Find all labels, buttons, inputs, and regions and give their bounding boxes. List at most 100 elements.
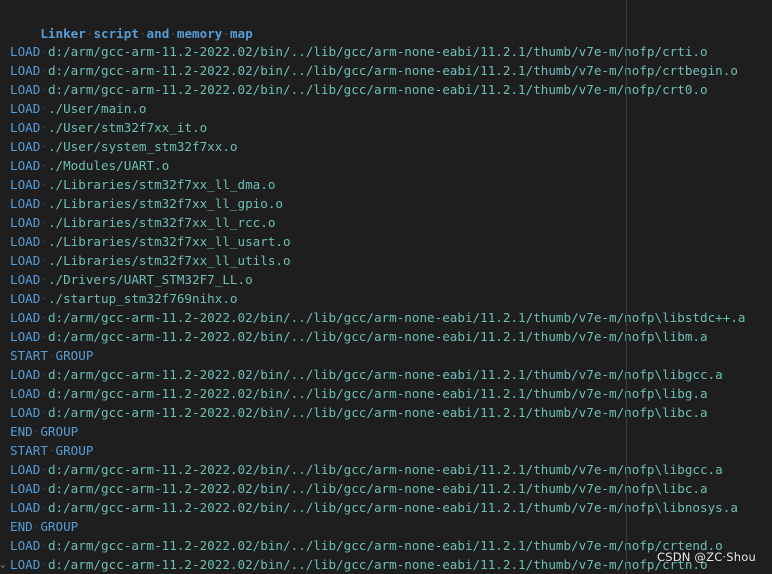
whitespace-marker: · [47, 348, 56, 363]
whitespace-marker: · [40, 367, 48, 382]
code-line[interactable]: LOAD·d:/arm/gcc-arm-11.2-2022.02/bin/../… [10, 42, 746, 61]
whitespace-marker: · [40, 101, 48, 116]
directive-argument: GROUP [55, 348, 94, 363]
heading-word: map [229, 26, 253, 41]
code-line[interactable]: LOAD·d:/arm/gcc-arm-11.2-2022.02/bin/../… [10, 403, 746, 422]
directive-keyword: LOAD [10, 462, 41, 477]
code-line[interactable]: LOAD·d:/arm/gcc-arm-11.2-2022.02/bin/../… [10, 308, 746, 327]
whitespace-marker: · [40, 405, 48, 420]
whitespace-marker: · [40, 82, 48, 97]
whitespace-marker: · [40, 500, 48, 515]
whitespace-marker: · [169, 26, 177, 41]
directive-argument: d:/arm/gcc-arm-11.2-2022.02/bin/../lib/g… [47, 386, 708, 401]
code-line[interactable]: LOAD·./Libraries/stm32f7xx_ll_usart.o [10, 232, 746, 251]
directive-argument: d:/arm/gcc-arm-11.2-2022.02/bin/../lib/g… [47, 405, 708, 420]
directive-argument: ./Libraries/stm32f7xx_ll_gpio.o [47, 196, 283, 211]
whitespace-marker: · [40, 329, 48, 344]
directive-argument: d:/arm/gcc-arm-11.2-2022.02/bin/../lib/g… [47, 44, 708, 59]
directive-argument: ./Libraries/stm32f7xx_ll_dma.o [47, 177, 276, 192]
code-line[interactable]: LOAD·d:/arm/gcc-arm-11.2-2022.02/bin/../… [10, 61, 746, 80]
directive-keyword: LOAD [10, 500, 41, 515]
chevron-down-icon[interactable]: ⌄ [0, 560, 5, 570]
whitespace-marker: · [40, 462, 48, 477]
directive-keyword: LOAD [10, 481, 41, 496]
directive-argument: ./User/main.o [47, 101, 147, 116]
heading-word: memory [176, 26, 223, 41]
code-line[interactable]: LOAD·d:/arm/gcc-arm-11.2-2022.02/bin/../… [10, 460, 746, 479]
directive-argument: d:/arm/gcc-arm-11.2-2022.02/bin/../lib/g… [47, 538, 723, 553]
code-line[interactable]: LOAD·d:/arm/gcc-arm-11.2-2022.02/bin/../… [10, 479, 746, 498]
code-line[interactable]: LOAD·./Libraries/stm32f7xx_ll_rcc.o [10, 213, 746, 232]
directive-keyword: LOAD [10, 139, 41, 154]
code-line[interactable]: LOAD·./Drivers/UART_STM32F7_LL.o [10, 270, 746, 289]
whitespace-marker: · [40, 234, 48, 249]
code-line[interactable]: LOAD·./User/system_stm32f7xx.o [10, 137, 746, 156]
directive-keyword: LOAD [10, 215, 41, 230]
directive-keyword: START [10, 443, 48, 458]
whitespace-marker: · [40, 44, 48, 59]
whitespace-marker: · [40, 139, 48, 154]
code-lines[interactable]: LOAD·d:/arm/gcc-arm-11.2-2022.02/bin/../… [10, 42, 746, 574]
code-line[interactable]: LOAD·d:/arm/gcc-arm-11.2-2022.02/bin/../… [10, 536, 746, 555]
directive-keyword: LOAD [10, 329, 41, 344]
code-line[interactable]: END·GROUP [10, 422, 746, 441]
code-line[interactable]: LOAD·d:/arm/gcc-arm-11.2-2022.02/bin/../… [10, 327, 746, 346]
directive-argument: ./Drivers/UART_STM32F7_LL.o [47, 272, 253, 287]
whitespace-marker: · [40, 215, 48, 230]
code-line[interactable]: LOAD·d:/arm/gcc-arm-11.2-2022.02/bin/../… [10, 80, 746, 99]
whitespace-marker: · [40, 310, 48, 325]
code-line[interactable]: LOAD·./startup_stm32f769nihx.o [10, 289, 746, 308]
directive-keyword: END [10, 424, 33, 439]
code-line[interactable]: START·GROUP [10, 346, 746, 365]
code-line[interactable]: LOAD·d:/arm/gcc-arm-11.2-2022.02/bin/../… [10, 555, 746, 574]
directive-argument: ./startup_stm32f769nihx.o [47, 291, 238, 306]
directive-argument: d:/arm/gcc-arm-11.2-2022.02/bin/../lib/g… [47, 310, 746, 325]
whitespace-marker: · [40, 196, 48, 211]
directive-keyword: END [10, 519, 33, 534]
directive-keyword: LOAD [10, 82, 41, 97]
directive-keyword: LOAD [10, 386, 41, 401]
directive-argument: d:/arm/gcc-arm-11.2-2022.02/bin/../lib/g… [47, 500, 738, 515]
directive-argument: d:/arm/gcc-arm-11.2-2022.02/bin/../lib/g… [47, 82, 708, 97]
code-line[interactable]: LOAD·./Libraries/stm32f7xx_ll_utils.o [10, 251, 746, 270]
directive-keyword: LOAD [10, 177, 41, 192]
whitespace-marker: · [138, 26, 147, 41]
code-line[interactable]: LOAD·./Libraries/stm32f7xx_ll_gpio.o [10, 194, 746, 213]
directive-keyword: LOAD [10, 234, 41, 249]
code-line[interactable]: START·GROUP [10, 441, 746, 460]
code-line[interactable]: LOAD·./User/main.o [10, 99, 746, 118]
directive-keyword: LOAD [10, 310, 41, 325]
directive-argument: d:/arm/gcc-arm-11.2-2022.02/bin/../lib/g… [47, 481, 708, 496]
code-line[interactable]: LOAD·./Libraries/stm32f7xx_ll_dma.o [10, 175, 746, 194]
directive-keyword: LOAD [10, 557, 41, 572]
directive-argument: ./Libraries/stm32f7xx_ll_usart.o [47, 234, 291, 249]
section-heading: Linker·script·and·memory·map [10, 5, 252, 41]
code-line[interactable]: LOAD·d:/arm/gcc-arm-11.2-2022.02/bin/../… [10, 384, 746, 403]
directive-argument: ./Libraries/stm32f7xx_ll_utils.o [47, 253, 291, 268]
whitespace-marker: · [222, 26, 230, 41]
directive-keyword: LOAD [10, 253, 41, 268]
directive-keyword: LOAD [10, 101, 41, 116]
directive-argument: GROUP [40, 424, 79, 439]
whitespace-marker: · [40, 538, 48, 553]
directive-argument: d:/arm/gcc-arm-11.2-2022.02/bin/../lib/g… [47, 329, 708, 344]
code-editor[interactable]: Linker·script·and·memory·map LOAD·d:/arm… [0, 0, 772, 574]
directive-keyword: LOAD [10, 196, 41, 211]
code-line[interactable]: LOAD·d:/arm/gcc-arm-11.2-2022.02/bin/../… [10, 498, 746, 517]
whitespace-marker: · [40, 177, 48, 192]
code-line[interactable]: LOAD·./User/stm32f7xx_it.o [10, 118, 746, 137]
whitespace-marker: · [40, 253, 48, 268]
code-line[interactable]: LOAD·d:/arm/gcc-arm-11.2-2022.02/bin/../… [10, 365, 746, 384]
directive-keyword: LOAD [10, 538, 41, 553]
directive-argument: GROUP [40, 519, 79, 534]
directive-keyword: LOAD [10, 367, 41, 382]
directive-argument: d:/arm/gcc-arm-11.2-2022.02/bin/../lib/g… [47, 557, 708, 572]
directive-argument: d:/arm/gcc-arm-11.2-2022.02/bin/../lib/g… [47, 462, 723, 477]
directive-argument: d:/arm/gcc-arm-11.2-2022.02/bin/../lib/g… [47, 367, 723, 382]
code-line[interactable]: END·GROUP [10, 517, 746, 536]
directive-keyword: LOAD [10, 63, 41, 78]
directive-argument: ./User/system_stm32f7xx.o [47, 139, 238, 154]
editor-ruler [626, 0, 627, 574]
code-line[interactable]: LOAD·./Modules/UART.o [10, 156, 746, 175]
whitespace-marker: · [40, 272, 48, 287]
